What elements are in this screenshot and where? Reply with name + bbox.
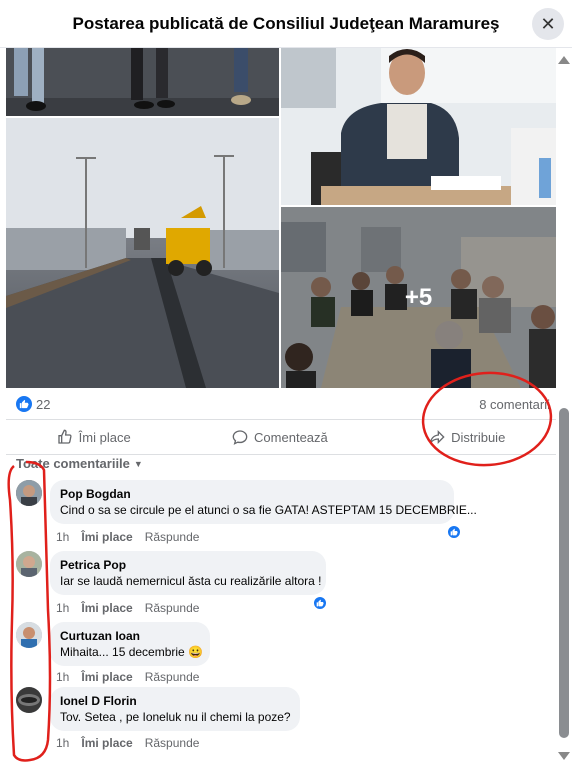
like-count-group[interactable]: 22 [16,396,50,412]
like-count: 22 [36,396,51,412]
avatar[interactable] [16,480,42,506]
photo-road-construction[interactable] [6,118,279,388]
like-button[interactable]: Îmi place [43,423,145,451]
comment-author[interactable]: Petrica Pop [60,557,316,573]
comment-time[interactable]: 1h [56,601,69,615]
photo-man-signing[interactable] [281,48,556,205]
like-button-label: Îmi place [78,429,131,445]
comment-author[interactable]: Ionel D Florin [60,693,290,709]
photo-meeting-room[interactable]: +5 [281,207,556,388]
comment-author[interactable]: Curtuzan Ioan [60,628,200,644]
comment-reaction-icon[interactable] [446,524,462,540]
photo-grid: +5 [6,48,556,388]
comment-bubble-icon [232,430,248,445]
comment-time[interactable]: 1h [56,530,69,544]
close-button[interactable]: ✕ [532,8,564,40]
comment-text: Tov. Setea , pe Ioneluk nu il chemi la p… [60,710,291,724]
comment-meta: 1h Îmi place Răspunde [56,736,199,750]
scrollbar[interactable] [556,48,572,768]
comment-count[interactable]: 8 comentarii [479,397,550,412]
comment-like-button[interactable]: Îmi place [81,601,132,615]
comment-item: Ionel D Florin Tov. Setea , pe Ioneluk n… [16,687,466,753]
avatar[interactable] [16,687,42,713]
comment-text: Cind o sa se circule pe el atunci o sa f… [60,503,477,517]
dialog-title: Postarea publicată de Consiliul Judeţean… [72,13,500,33]
comment-button-label: Comentează [254,429,328,445]
share-button[interactable]: Distribuie [415,423,519,451]
scroll-down-arrow-icon[interactable] [558,752,570,760]
comment-time[interactable]: 1h [56,670,69,684]
more-photos-overlay[interactable]: +5 [281,207,556,388]
scrollbar-thumb[interactable] [559,408,569,738]
post-content: +5 22 8 comentarii Îmi place Comentează … [6,48,556,768]
comment-filter-label: Toate comentariile [16,456,130,471]
comment-like-button[interactable]: Îmi place [81,530,132,544]
comment-meta: 1h Îmi place Răspunde [56,670,199,684]
comment-reply-button[interactable]: Răspunde [145,736,200,750]
comment-author[interactable]: Pop Bogdan [60,486,444,502]
comment-item: Curtuzan Ioan Mihaita... 15 decembrie 😀 … [16,622,466,688]
like-reaction-icon [16,396,32,412]
more-photos-count: +5 [404,283,433,311]
comment-reply-button[interactable]: Răspunde [145,530,200,544]
thumbs-up-icon [58,429,72,444]
comment-bubble: Curtuzan Ioan Mihaita... 15 decembrie 😀 [50,622,210,666]
share-button-label: Distribuie [451,429,506,445]
comment-reply-button[interactable]: Răspunde [145,601,200,615]
avatar[interactable] [16,622,42,648]
scroll-up-arrow-icon[interactable] [558,56,570,64]
comment-button[interactable]: Comentează [218,423,342,451]
comment-text: Mihaita... 15 decembrie 😀 [60,645,204,659]
post-actions: Îmi place Comentează Distribuie [6,419,556,455]
comment-item: Pop Bogdan Cind o sa se circule pe el at… [16,480,477,550]
comment-meta: 1h Îmi place Răspunde [56,601,199,615]
photo-people-walking[interactable] [6,48,279,116]
comment-reply-button[interactable]: Răspunde [145,670,200,684]
comment-reaction-icon[interactable] [312,595,328,611]
dialog-header: Postarea publicată de Consiliul Judeţean… [0,0,572,48]
comment-bubble: Ionel D Florin Tov. Setea , pe Ioneluk n… [50,687,300,731]
avatar[interactable] [16,551,42,577]
close-icon: ✕ [540,13,556,34]
comment-meta: 1h Îmi place Răspunde [56,530,199,544]
comment-bubble: Petrica Pop Iar se laudă nemernicul ăsta… [50,551,326,595]
comment-time[interactable]: 1h [56,736,69,750]
comment-item: Petrica Pop Iar se laudă nemernicul ăsta… [16,551,466,621]
comment-bubble: Pop Bogdan Cind o sa se circule pe el at… [50,480,477,524]
post-stats: 22 8 comentarii [6,392,556,416]
comment-filter-dropdown[interactable]: Toate comentariile ▼ [16,456,143,471]
chevron-down-icon: ▼ [133,458,143,469]
comment-like-button[interactable]: Îmi place [81,670,132,684]
comment-like-button[interactable]: Îmi place [81,736,132,750]
share-arrow-icon [429,430,445,444]
comment-text: Iar se laudă nemernicul ăsta cu realizăr… [60,574,322,588]
